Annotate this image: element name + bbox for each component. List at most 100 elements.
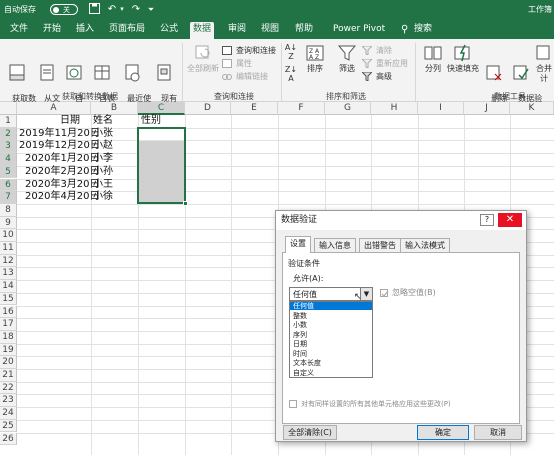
help-button[interactable]: ? [480, 214, 494, 226]
chevron-down-icon[interactable]: ▼ [360, 288, 372, 300]
row-header[interactable]: 1 [0, 115, 17, 128]
ignore-blank-checkbox[interactable] [380, 289, 389, 297]
apply-all-checkbox[interactable] [289, 400, 297, 408]
row-header[interactable]: 16 [0, 305, 17, 319]
row-header[interactable]: 4 [0, 153, 17, 166]
tab-view[interactable]: 视图 [258, 22, 282, 39]
cell-date[interactable]: 2020年4月20日 [25, 191, 100, 203]
cell-date[interactable]: 2019年12月20日 [19, 140, 100, 152]
row-header[interactable]: 21 [0, 369, 17, 382]
cell-name[interactable]: 小赵 [93, 140, 113, 152]
flash-fill-button[interactable]: 快速填充 [446, 43, 480, 74]
row-header[interactable]: 3 [0, 140, 17, 154]
reapply-button[interactable]: 重新应用 [360, 58, 408, 69]
sort-button[interactable]: Z AA Z 排序 [302, 43, 328, 74]
consolidate-button[interactable]: 合并计 [534, 43, 554, 84]
row-header[interactable]: 8 [0, 203, 17, 217]
column-header-h[interactable]: H [371, 102, 418, 115]
column-header-k[interactable]: K [510, 102, 554, 115]
sort-asc-button[interactable]: A↓ Z [284, 43, 298, 61]
cell-b1[interactable]: 姓名 [93, 115, 113, 127]
tab-help[interactable]: 帮助 [292, 22, 316, 39]
ok-button[interactable]: 确定 [417, 425, 469, 440]
search-icon[interactable]: ⚲ [398, 22, 411, 39]
option-whole-number[interactable]: 整数 [290, 312, 372, 320]
cell-name[interactable]: 小张 [93, 128, 113, 140]
row-header[interactable]: 12 [0, 254, 17, 268]
refresh-all-button[interactable]: 全部刷新 [186, 43, 220, 74]
row-header[interactable]: 15 [0, 292, 17, 306]
advanced-filter-button[interactable]: 高级 [360, 71, 392, 82]
cell-name[interactable]: 小王 [93, 179, 113, 191]
cell-date[interactable]: 2020年3月20日 [25, 179, 100, 191]
row-header[interactable]: 17 [0, 318, 17, 331]
cancel-button[interactable]: 取消 [474, 425, 522, 440]
row-header[interactable]: 23 [0, 394, 17, 408]
option-text-length[interactable]: 文本长度 [290, 359, 372, 367]
row-header[interactable]: 13 [0, 267, 17, 281]
cell-date[interactable]: 2020年1月20日 [25, 153, 100, 165]
close-button[interactable]: ✕ [498, 213, 522, 227]
tab-power-pivot[interactable]: Power Pivot [330, 22, 388, 39]
option-list[interactable]: 序列 [290, 331, 372, 339]
row-header[interactable]: 24 [0, 407, 17, 420]
edit-links-button[interactable]: 编辑链接 [222, 71, 268, 82]
column-header-e[interactable]: E [231, 102, 278, 115]
column-header-g[interactable]: G [325, 102, 371, 115]
row-header[interactable]: 19 [0, 343, 17, 357]
tab-file[interactable]: 文件 [7, 22, 31, 39]
row-header[interactable]: 18 [0, 330, 17, 344]
redo-icon[interactable]: ↷ [130, 3, 142, 16]
column-header-d[interactable]: D [185, 102, 231, 115]
tab-insert[interactable]: 插入 [73, 22, 97, 39]
row-header[interactable]: 26 [0, 432, 17, 446]
tab-home[interactable]: 开始 [40, 22, 64, 39]
cell-date[interactable]: 2019年11月20日 [19, 128, 100, 140]
row-header[interactable]: 9 [0, 216, 17, 230]
cell-name[interactable]: 小李 [93, 153, 113, 165]
option-time[interactable]: 时间 [290, 350, 372, 358]
column-header-j[interactable]: J [464, 102, 510, 115]
option-date[interactable]: 日期 [290, 340, 372, 348]
column-header-b[interactable]: B [91, 102, 138, 115]
column-header-a[interactable]: A [17, 102, 91, 115]
row-header[interactable]: 22 [0, 381, 17, 395]
save-icon[interactable] [88, 3, 100, 16]
queries-connections-button[interactable]: 查询和连接 [222, 45, 276, 56]
cell-c1[interactable]: 性别 [141, 115, 161, 127]
tab-page-layout[interactable]: 页面布局 [106, 22, 148, 39]
tab-settings[interactable]: 设置 [285, 236, 311, 253]
row-header[interactable]: 2 [0, 127, 17, 141]
clear-all-button[interactable]: 全部清除(C) [283, 425, 337, 440]
autosave-toggle[interactable]: 关 [50, 4, 78, 15]
row-header[interactable]: 20 [0, 356, 17, 369]
tab-error-alert[interactable]: 出错警告 [359, 238, 401, 252]
column-header-f[interactable]: F [278, 102, 325, 115]
row-header[interactable]: 7 [0, 191, 17, 204]
row-header[interactable]: 11 [0, 242, 17, 255]
text-to-columns-button[interactable]: 分列 [420, 43, 446, 74]
column-header-i[interactable]: I [418, 102, 464, 115]
undo-dropdown-icon[interactable]: ▾ [116, 3, 128, 16]
option-any-value[interactable]: 任何值 [290, 302, 372, 311]
row-header[interactable]: 25 [0, 419, 17, 433]
option-custom[interactable]: 自定义 [290, 369, 372, 377]
cell-a1[interactable]: 日期 [60, 115, 80, 127]
filter-button[interactable]: 筛选 [334, 43, 360, 74]
clear-filter-button[interactable]: 清除 [360, 45, 392, 56]
tab-formulas[interactable]: 公式 [157, 22, 181, 39]
sort-desc-button[interactable]: Z↓ A [284, 65, 298, 83]
fill-handle[interactable] [183, 201, 188, 206]
row-header[interactable]: 10 [0, 229, 17, 242]
tab-ime-mode[interactable]: 输入法模式 [400, 238, 450, 252]
row-header[interactable]: 5 [0, 165, 17, 179]
tab-data[interactable]: 数据 [190, 22, 215, 39]
tab-input-message[interactable]: 输入信息 [314, 238, 356, 252]
select-all-corner[interactable] [0, 102, 17, 115]
cell-name[interactable]: 小孙 [93, 166, 113, 178]
row-header[interactable]: 6 [0, 178, 17, 192]
row-header[interactable]: 14 [0, 280, 17, 293]
customize-toolbar-icon[interactable]: ⏷ [145, 3, 157, 16]
option-decimal[interactable]: 小数 [290, 321, 372, 329]
tab-search[interactable]: 搜索 [411, 22, 435, 39]
